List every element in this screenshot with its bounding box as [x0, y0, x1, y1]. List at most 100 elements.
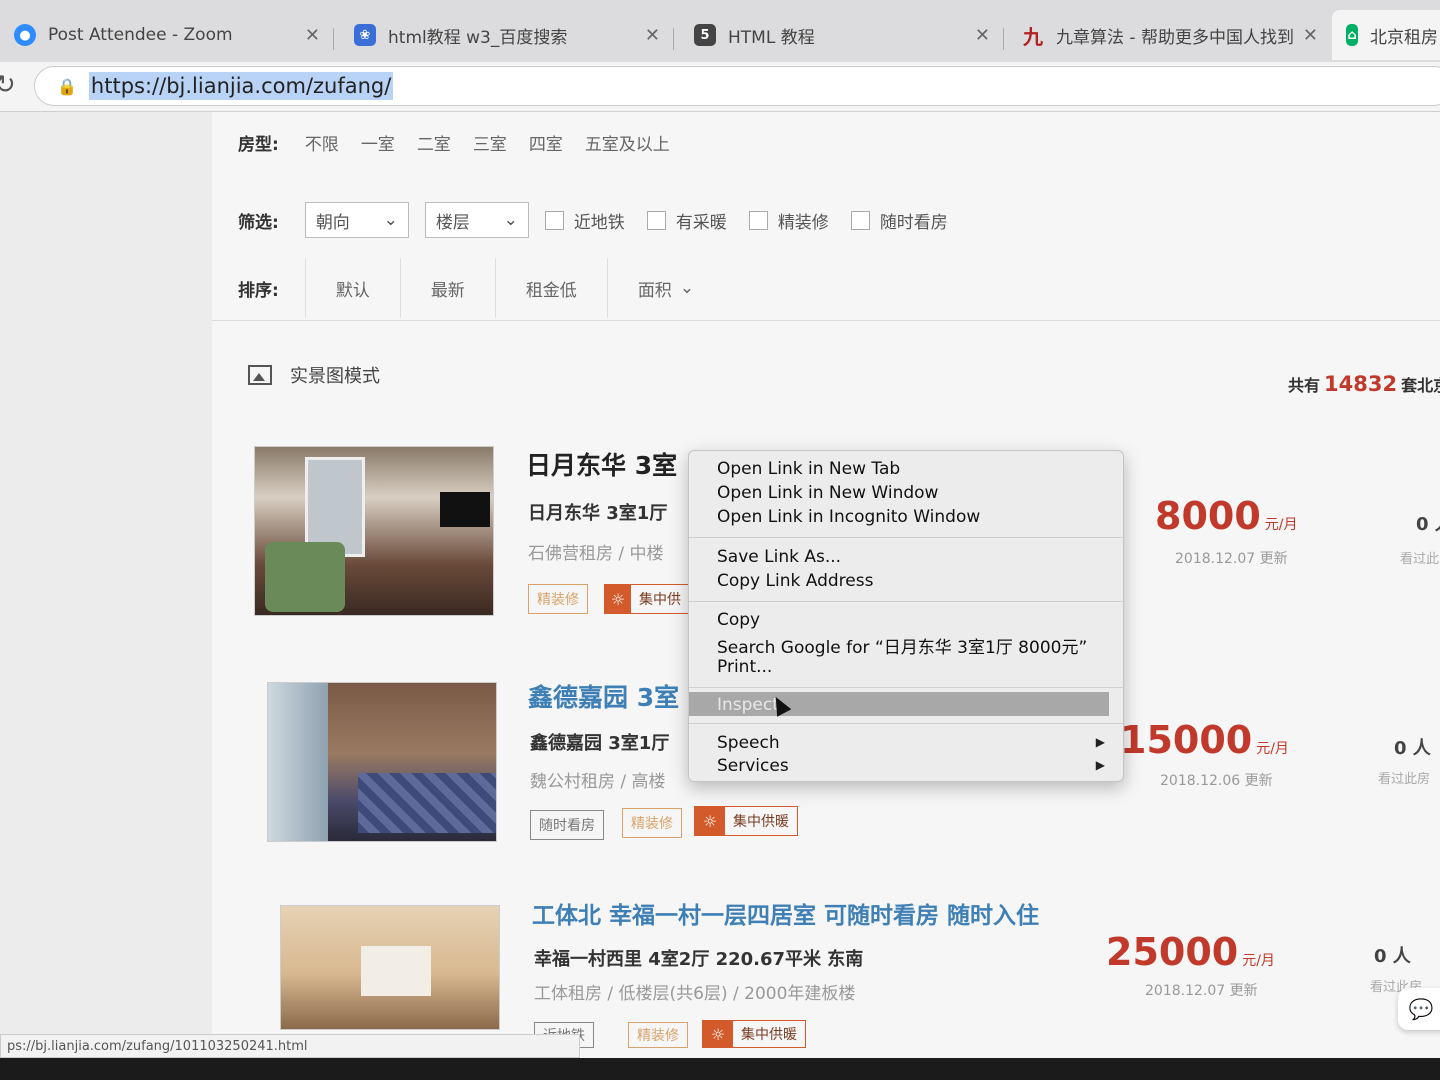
chevron-down-icon: ⌄ [679, 278, 695, 298]
updated-date: 2018.12.06 更新 [1160, 773, 1273, 789]
tab-baidu[interactable]: ❀ html教程 w3_百度搜索 ✕ [340, 10, 670, 60]
tab-title: html教程 w3_百度搜索 [388, 27, 568, 48]
anytime-viewing-checkbox[interactable]: 随时看房 [850, 208, 948, 233]
checkbox-box[interactable] [646, 210, 666, 230]
tag-renovated: 精装修 [622, 808, 682, 838]
sort-label: 面积 [637, 280, 672, 301]
listing-title[interactable]: 日月东华 3室 [526, 446, 677, 482]
checkbox-box[interactable] [544, 210, 564, 230]
filter-label: 筛选: [238, 212, 279, 233]
close-icon[interactable]: ✕ [1303, 25, 1318, 46]
tag-central-heating: ☼ 集中供 [604, 584, 690, 614]
menu-services[interactable]: Services [717, 756, 789, 776]
w3-shield-icon: 5 [694, 24, 716, 46]
listing-location[interactable]: 工体租房 / 低楼层(共6层) / 2000年建板楼 [534, 979, 855, 1004]
sun-icon: ☼ [695, 807, 725, 835]
listing-title[interactable]: 鑫德嘉园 3室 [528, 678, 679, 714]
browser-toolbar: ↻ 🔒 https://bj.lianjia.com/zufang/ [0, 62, 1440, 112]
sort-newest[interactable]: 最新 [399, 258, 495, 318]
listing-photo[interactable] [254, 446, 494, 616]
sun-icon: ☼ [703, 1021, 733, 1047]
checkbox-label: 精装修 [777, 212, 829, 233]
room-option[interactable]: 三室 [473, 130, 507, 155]
sort-rent-low[interactable]: 租金低 [494, 258, 607, 318]
price-value: 15000 [1120, 718, 1253, 762]
listing-price: 8000 元/月 [1155, 494, 1297, 538]
tab-zoom[interactable]: ● Post Attendee - Zoom ✕ [0, 10, 330, 60]
dropdown-label: 楼层 [435, 212, 470, 233]
screen-bezel [0, 1058, 1440, 1080]
baidu-paw-icon: ❀ [354, 24, 376, 46]
listing-photo[interactable] [267, 682, 497, 842]
room-type-filter: 房型: 不限 一室 二室 三室 四室 五室及以上 [238, 130, 692, 155]
checkbox-label: 近地铁 [573, 212, 625, 233]
menu-search-google[interactable]: Search Google for “日月东华 3室1厅 8000元” [717, 633, 1087, 658]
tag-renovated: 精装修 [628, 1022, 688, 1048]
menu-speech[interactable]: Speech [717, 733, 780, 753]
floor-dropdown[interactable]: 楼层 ⌄ [424, 202, 529, 238]
address-bar[interactable]: 🔒 https://bj.lianjia.com/zufang/ [34, 66, 1440, 106]
near-subway-checkbox[interactable]: 近地铁 [544, 208, 625, 233]
heating-checkbox[interactable]: 有采暖 [646, 208, 727, 233]
menu-open-incognito[interactable]: Open Link in Incognito Window [717, 507, 980, 527]
tab-jiuzhang[interactable]: 九 九章算法 - 帮助更多中国人找到 ✕ [1008, 10, 1328, 60]
updated-date: 2018.12.07 更新 [1175, 551, 1288, 567]
viewed-count: 0 人 [1416, 514, 1440, 535]
close-icon[interactable]: ✕ [645, 25, 660, 46]
menu-copy[interactable]: Copy [717, 610, 760, 630]
sort-default[interactable]: 默认 [304, 258, 400, 318]
submenu-arrow-icon: ▶ [1095, 735, 1105, 749]
price-unit: 元/月 [1264, 517, 1298, 533]
total-suffix: 套北京 [1401, 376, 1440, 395]
menu-copy-link-address[interactable]: Copy Link Address [717, 571, 873, 591]
chevron-down-icon: ⌄ [383, 210, 398, 230]
photo-mode-toggle[interactable]: 实景图模式 [248, 362, 380, 388]
menu-save-link-as[interactable]: Save Link As... [717, 547, 841, 567]
room-option[interactable]: 五室及以上 [585, 130, 670, 155]
menu-open-new-tab[interactable]: Open Link in New Tab [717, 459, 900, 479]
tab-w3school[interactable]: 5 HTML 教程 ✕ [680, 10, 1000, 60]
sort-area[interactable]: 面积 ⌄ [606, 258, 724, 318]
url-text[interactable]: https://bj.lianjia.com/zufang/ [88, 72, 394, 100]
close-icon[interactable]: ✕ [975, 25, 990, 46]
price-unit: 元/月 [1242, 953, 1275, 969]
mode-label: 实景图模式 [290, 366, 380, 387]
reload-icon[interactable]: ↻ [0, 70, 16, 100]
tab-strip: ● Post Attendee - Zoom ✕ ❀ html教程 w3_百度搜… [0, 0, 1440, 62]
renovated-checkbox[interactable]: 精装修 [748, 208, 829, 233]
tag-anytime-viewing: 随时看房 [530, 810, 604, 840]
room-option[interactable]: 二室 [417, 130, 451, 155]
checkbox-box[interactable] [748, 210, 768, 230]
listing-subtitle: 鑫德嘉园 3室1厅 [530, 733, 670, 754]
chat-icon[interactable]: 💬 [1398, 988, 1440, 1030]
total-number: 14832 [1324, 372, 1398, 396]
room-option[interactable]: 不限 [305, 130, 339, 155]
listing-subtitle: 日月东华 3室1厅 [528, 503, 668, 524]
menu-separator [689, 601, 1125, 602]
dropdown-label: 朝向 [315, 212, 350, 233]
close-icon[interactable]: ✕ [305, 25, 320, 46]
menu-open-new-window[interactable]: Open Link in New Window [717, 483, 938, 503]
tab-title: 北京租房 [1370, 27, 1438, 48]
tab-lianjia[interactable]: ⌂ 北京租房 [1332, 10, 1440, 60]
price-value: 25000 [1106, 930, 1239, 974]
orientation-dropdown[interactable]: 朝向 ⌄ [304, 202, 409, 238]
menu-inspect[interactable]: Inspect [717, 695, 779, 715]
price-unit: 元/月 [1256, 741, 1289, 757]
listing-title[interactable]: 工体北 幸福一村一层四居室 可随时看房 随时入住 [532, 896, 1039, 930]
room-option[interactable]: 四室 [529, 130, 563, 155]
listing-subtitle: 幸福一村西里 4室2厅 220.67平米 东南 [534, 949, 864, 970]
listing-location[interactable]: 魏公村租房 / 高楼 [530, 767, 666, 792]
chevron-down-icon: ⌄ [503, 210, 518, 230]
checkbox-box[interactable] [850, 210, 870, 230]
room-option[interactable]: 一室 [361, 130, 395, 155]
menu-print[interactable]: Print... [717, 657, 772, 677]
viewed-label: 看过此 [1400, 552, 1440, 567]
listing-price: 15000 元/月 [1120, 718, 1289, 762]
listing-location[interactable]: 石佛营租房 / 中楼 [528, 539, 664, 564]
tab-title: Post Attendee - Zoom [48, 25, 233, 45]
listing-photo[interactable] [280, 905, 500, 1030]
lock-icon[interactable]: 🔒 [57, 77, 77, 96]
viewed-count: 0 人 [1394, 738, 1431, 759]
submenu-arrow-icon: ▶ [1095, 758, 1105, 772]
